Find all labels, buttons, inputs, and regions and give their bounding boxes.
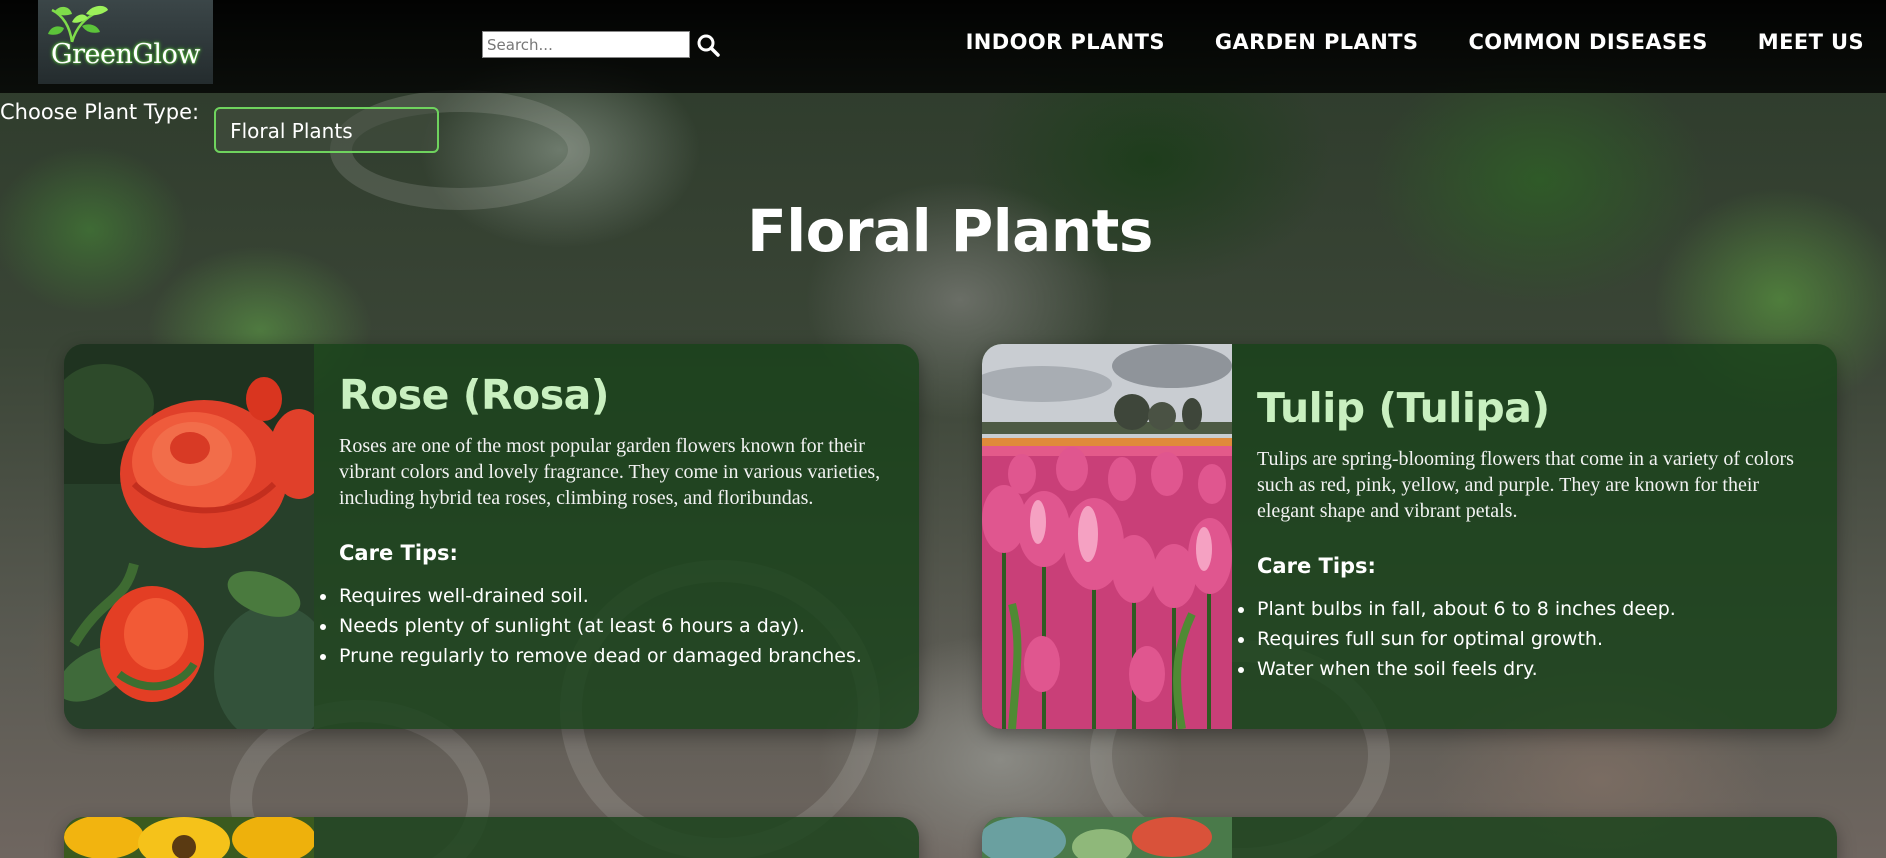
plant-card-sunflower — [64, 817, 919, 858]
card-body: Rose (Rosa) Roses are one of the most po… — [314, 344, 919, 729]
plant-type-chooser: Choose Plant Type: Floral Plants — [0, 98, 440, 153]
page-title: Floral Plants — [747, 197, 1153, 265]
nav-indoor-plants[interactable]: INDOOR PLANTS — [966, 30, 1165, 54]
list-item: Prune regularly to remove dead or damage… — [320, 641, 893, 671]
list-item: Requires well-drained soil. — [320, 581, 893, 611]
plant-card-tulip: Tulip (Tulipa) Tulips are spring-bloomin… — [982, 344, 1837, 729]
search-icon[interactable] — [696, 33, 720, 57]
plant-card-next — [982, 817, 1837, 858]
list-item: Plant bulbs in fall, about 6 to 8 inches… — [1238, 594, 1811, 624]
plant-card-rose: Rose (Rosa) Roses are one of the most po… — [64, 344, 919, 729]
card-title: Rose (Rosa) — [339, 371, 610, 419]
sunflower-image — [64, 817, 314, 858]
flower-image — [982, 817, 1232, 858]
nav-meet-us[interactable]: MEET US — [1758, 30, 1864, 54]
plant-type-select[interactable]: Floral Plants — [214, 107, 440, 153]
care-tips-heading: Care Tips: — [1257, 554, 1376, 578]
rose-image — [64, 344, 314, 729]
care-tips-list: Plant bulbs in fall, about 6 to 8 inches… — [1238, 594, 1811, 684]
nav-common-diseases[interactable]: COMMON DISEASES — [1468, 30, 1707, 54]
search-bar — [482, 31, 720, 58]
main-nav: INDOOR PLANTS GARDEN PLANTS COMMON DISEA… — [966, 30, 1864, 54]
card-body: Tulip (Tulipa) Tulips are spring-bloomin… — [1232, 344, 1837, 729]
brand-name: GreenGlow — [51, 38, 200, 70]
search-input[interactable] — [482, 31, 690, 58]
site-header: GreenGlow INDOOR PLANTS GARDEN PLANTS CO… — [0, 0, 1886, 93]
brand-logo[interactable]: GreenGlow — [38, 0, 213, 84]
care-tips-heading: Care Tips: — [339, 541, 458, 565]
card-title: Tulip (Tulipa) — [1257, 384, 1550, 432]
list-item: Water when the soil feels dry. — [1238, 654, 1811, 684]
plant-type-label: Choose Plant Type: — [0, 100, 200, 124]
care-tips-list: Requires well-drained soil. Needs plenty… — [320, 581, 893, 671]
card-description: Roses are one of the most popular garden… — [339, 435, 881, 509]
list-item: Requires full sun for optimal growth. — [1238, 624, 1811, 654]
nav-garden-plants[interactable]: GARDEN PLANTS — [1215, 30, 1419, 54]
tulip-image — [982, 344, 1232, 729]
card-description: Tulips are spring-blooming flowers that … — [1257, 448, 1794, 522]
list-item: Needs plenty of sunlight (at least 6 hou… — [320, 611, 893, 641]
